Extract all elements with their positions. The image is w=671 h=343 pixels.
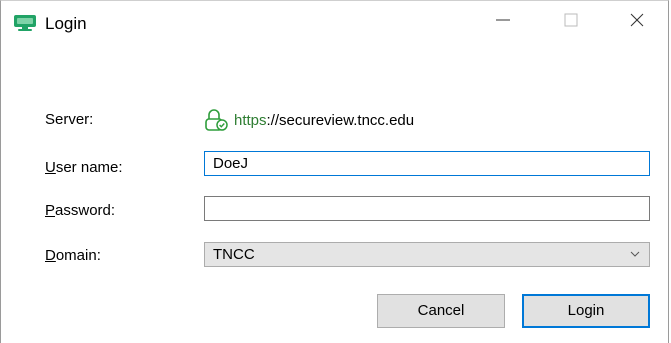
close-button[interactable] (613, 1, 661, 39)
domain-label: Domain: (45, 247, 101, 264)
secure-lock-icon (205, 109, 228, 131)
server-label: Server: (45, 111, 94, 128)
window-title: Login (45, 14, 87, 33)
server-value: https://secureview.tncc.edu (204, 109, 414, 131)
username-field[interactable]: DoeJ (204, 151, 650, 176)
password-field[interactable] (204, 196, 650, 221)
maximize-icon (564, 13, 578, 27)
maximize-button[interactable] (547, 1, 595, 39)
domain-label-text: omain: (55, 247, 101, 264)
monitor-icon (13, 14, 37, 32)
password-label-text: assword: (55, 202, 116, 219)
password-label-accel: P (45, 202, 56, 219)
domain-selected-value: TNCC (213, 246, 255, 263)
username-label-text: ser name: (55, 159, 123, 176)
username-label: User name: (45, 159, 123, 176)
minimize-icon (496, 19, 510, 21)
server-url-scheme: https (234, 111, 267, 129)
chevron-down-icon (629, 243, 641, 273)
close-icon (630, 13, 644, 27)
username-label-accel: U (45, 159, 56, 176)
title-bar[interactable]: Login (1, 1, 668, 39)
login-window: Login Server: https://secureview.tncc.ed… (0, 0, 669, 343)
server-url-host: ://secureview.tncc.edu (266, 111, 415, 129)
password-label: Password: (45, 202, 115, 219)
cancel-button[interactable]: Cancel (377, 294, 505, 328)
domain-select[interactable]: TNCC (204, 242, 650, 267)
domain-label-accel: D (45, 247, 56, 264)
minimize-button[interactable] (479, 1, 527, 39)
login-button[interactable]: Login (522, 294, 650, 328)
